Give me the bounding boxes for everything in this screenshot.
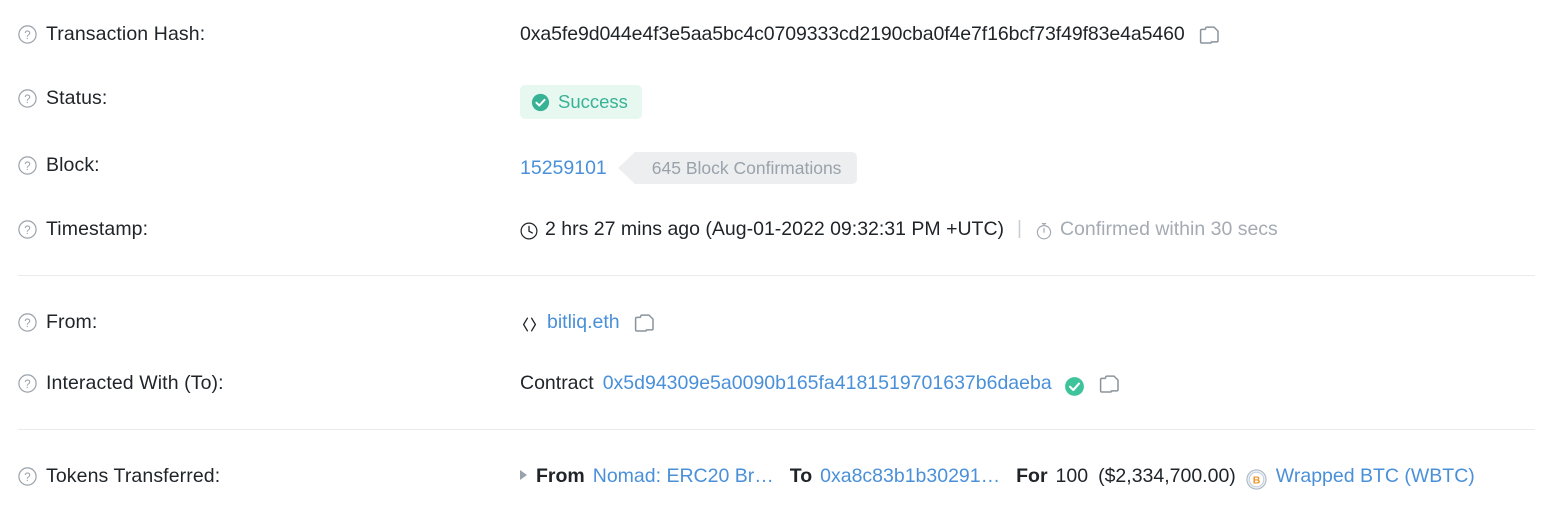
section-divider: [18, 429, 1535, 430]
ens-diamond-icon: [520, 315, 539, 334]
transaction-hash-value: 0xa5fe9d044e4f3e5aa5bc4c0709333cd2190cba…: [520, 21, 1185, 47]
question-circle-icon[interactable]: ?: [18, 374, 37, 393]
contract-prefix: Contract: [520, 370, 594, 396]
token-name-link[interactable]: Wrapped BTC (WBTC): [1276, 463, 1475, 489]
block-confirmations-badge: 645 Block Confirmations: [634, 152, 858, 184]
clock-icon: [520, 222, 538, 240]
contract-address-link[interactable]: 0x5d94309e5a0090b165fa4181519701637b6dae…: [603, 370, 1052, 396]
question-circle-icon[interactable]: ?: [18, 156, 37, 175]
question-circle-icon[interactable]: ?: [18, 25, 37, 44]
timestamp-row: ? Timestamp: 2 hrs 27 mins ago (Aug-01-2…: [18, 216, 1535, 246]
block-label: Block:: [46, 152, 100, 178]
transfer-usd-value: ($2,334,700.00): [1098, 463, 1236, 489]
svg-text:?: ?: [24, 318, 31, 330]
question-circle-icon[interactable]: ?: [18, 89, 37, 108]
transfer-amount: 100: [1056, 463, 1089, 489]
interacted-with-label: Interacted With (To):: [46, 370, 224, 396]
timestamp-relative: 2 hrs 27 mins ago (Aug-01-2022 09:32:31 …: [545, 216, 1004, 242]
svg-text:?: ?: [24, 379, 31, 391]
transfer-to-link[interactable]: 0xa8c83b1b30291…: [820, 463, 1000, 489]
status-label-cell: ? Status:: [18, 85, 520, 111]
tokens-transferred-label: Tokens Transferred:: [46, 463, 220, 489]
timestamp-label-cell: ? Timestamp:: [18, 216, 520, 242]
status-badge-label: Success: [558, 91, 628, 113]
from-address-link[interactable]: bitliq.eth: [547, 309, 620, 335]
timestamp-label: Timestamp:: [46, 216, 148, 242]
transaction-hash-value-cell: 0xa5fe9d044e4f3e5aa5bc4c0709333cd2190cba…: [520, 21, 1535, 47]
svg-text:B: B: [1253, 474, 1261, 486]
transfer-from-keyword: From: [536, 463, 585, 489]
from-row: ? From: bitliq.eth: [18, 309, 1535, 339]
transaction-hash-row: ? Transaction Hash: 0xa5fe9d044e4f3e5aa5…: [18, 21, 1535, 51]
block-value-cell: 15259101 645 Block Confirmations: [520, 152, 1535, 184]
copy-icon[interactable]: [634, 314, 655, 335]
svg-text:?: ?: [24, 161, 31, 173]
question-circle-icon[interactable]: ?: [18, 467, 37, 486]
status-label: Status:: [46, 85, 107, 111]
timestamp-separator: |: [1017, 216, 1022, 242]
check-circle-icon: [531, 93, 550, 112]
status-badge: Success: [520, 85, 642, 119]
transfer-from-link[interactable]: Nomad: ERC20 Br…: [593, 463, 774, 489]
svg-text:?: ?: [24, 472, 31, 484]
caret-right-icon[interactable]: [520, 470, 527, 480]
transfer-for-keyword: For: [1016, 463, 1047, 489]
from-label: From:: [46, 309, 97, 335]
block-number-link[interactable]: 15259101: [520, 155, 607, 181]
block-row: ? Block: 15259101 645 Block Confirmation…: [18, 152, 1535, 184]
interacted-with-row: ? Interacted With (To): Contract 0x5d943…: [18, 370, 1535, 400]
question-circle-icon[interactable]: ?: [18, 313, 37, 332]
question-circle-icon[interactable]: ?: [18, 220, 37, 239]
copy-icon[interactable]: [1199, 26, 1220, 47]
svg-text:?: ?: [24, 225, 31, 237]
stopwatch-icon: [1035, 222, 1053, 240]
transfer-to-keyword: To: [790, 463, 812, 489]
svg-text:?: ?: [24, 94, 31, 106]
block-label-cell: ? Block:: [18, 152, 520, 178]
copy-icon[interactable]: [1099, 375, 1120, 396]
from-value-cell: bitliq.eth: [520, 309, 1535, 335]
section-divider: [18, 275, 1535, 276]
interacted-with-label-cell: ? Interacted With (To):: [18, 370, 520, 396]
verified-check-icon: [1064, 376, 1085, 397]
status-value-cell: Success: [520, 85, 1535, 119]
svg-text:?: ?: [24, 30, 31, 42]
transaction-hash-label: Transaction Hash:: [46, 21, 205, 47]
from-label-cell: ? From:: [18, 309, 520, 335]
transaction-hash-label-cell: ? Transaction Hash:: [18, 21, 520, 47]
timestamp-confirmed-within: Confirmed within 30 secs: [1060, 216, 1278, 242]
wbtc-token-icon: B: [1246, 469, 1267, 490]
status-row: ? Status: Success: [18, 85, 1535, 119]
interacted-with-value-cell: Contract 0x5d94309e5a0090b165fa418151970…: [520, 370, 1535, 396]
transaction-details-panel: ? Transaction Hash: 0xa5fe9d044e4f3e5aa5…: [0, 0, 1553, 516]
timestamp-value-cell: 2 hrs 27 mins ago (Aug-01-2022 09:32:31 …: [520, 216, 1535, 242]
tokens-transferred-value-cell: From Nomad: ERC20 Br… To 0xa8c83b1b30291…: [520, 463, 1535, 489]
tokens-transferred-row: ? Tokens Transferred: From Nomad: ERC20 …: [18, 463, 1535, 493]
tokens-transferred-label-cell: ? Tokens Transferred:: [18, 463, 520, 489]
